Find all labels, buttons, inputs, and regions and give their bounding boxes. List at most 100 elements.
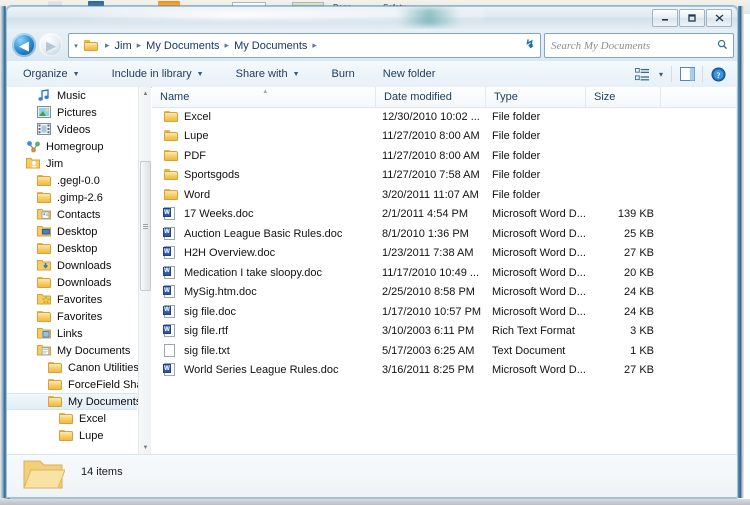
sidebar-item-gegl-0-0[interactable]: .gegl-0.0: [7, 172, 137, 189]
breadcrumb-item-my-documents-1[interactable]: My Documents: [146, 40, 219, 52]
table-row[interactable]: W H2H Overview.doc 1/23/2011 7:38 AM Micros…: [152, 244, 737, 264]
nav-scrollbar[interactable]: ▲ ▼: [138, 87, 151, 454]
desktop-icon: [37, 225, 53, 239]
file-size-cell: 27 KB: [624, 247, 654, 260]
pictures-icon: [37, 105, 53, 120]
views-dropdown-icon[interactable]: ▾: [654, 63, 668, 85]
sidebar-item-homegroup[interactable]: Homegroup: [7, 138, 137, 155]
sidebar-item-videos[interactable]: Videos: [7, 121, 137, 138]
file-size-cell: 24 KB: [624, 305, 654, 318]
sidebar-item-jim[interactable]: Jim: [7, 155, 137, 172]
sidebar-item-label: Jim: [46, 157, 64, 170]
sidebar-item-links[interactable]: Links: [7, 325, 137, 342]
close-button[interactable]: [706, 9, 732, 27]
sidebar-item-music[interactable]: Music: [7, 87, 137, 104]
table-row[interactable]: W Medication I take sloopy.doc 11/17/2010 …: [152, 263, 737, 283]
include-in-library-button[interactable]: Include in library ▼: [103, 61, 213, 87]
column-header-size[interactable]: Size: [586, 87, 661, 107]
address-bar[interactable]: ▾ ▸ Jim ▸ My Documents ▸ My Documents ▸ …: [68, 33, 541, 58]
sidebar-item-desktop[interactable]: Desktop: [7, 223, 137, 240]
table-row[interactable]: Word 3/20/2011 11:07 AM File folder: [152, 185, 737, 205]
table-row[interactable]: sig file.txt 5/17/2003 6:25 AM Text Docume…: [152, 341, 737, 361]
sidebar-item-downloads[interactable]: Downloads: [7, 257, 137, 274]
file-type-cell: File folder: [492, 110, 541, 123]
column-header-type[interactable]: Type: [486, 87, 586, 107]
sidebar-item-pictures[interactable]: Pictures: [7, 104, 137, 121]
list-right-gutter: [736, 87, 737, 454]
folder-icon: [164, 149, 180, 163]
folder-icon: [48, 378, 64, 392]
nav-scroll-up-button[interactable]: ▲: [139, 87, 151, 100]
breadcrumb-item-jim[interactable]: Jim: [115, 40, 132, 52]
preview-pane-icon[interactable]: [675, 63, 699, 85]
table-row[interactable]: W World Series League Rules.doc 3/16/2011 …: [152, 361, 737, 381]
sidebar-item-downloads[interactable]: Downloads: [7, 274, 137, 291]
table-row[interactable]: Wsig file.doc 1/17/2010 10:57 PM Microsoft…: [152, 302, 737, 322]
address-history-caret-icon[interactable]: ▾: [69, 42, 83, 50]
folder-icon: [48, 395, 64, 409]
table-row[interactable]: W Auction League Basic Rules.doc 8/1/2010 …: [152, 224, 737, 244]
sidebar-item-label: .gimp-2.6: [57, 191, 103, 204]
sidebar-item-my-documents[interactable]: My Documents: [7, 342, 137, 359]
favorites-icon: [37, 293, 53, 307]
views-icon[interactable]: [630, 63, 654, 85]
organize-button[interactable]: Organize ▼: [14, 61, 89, 87]
file-name-label: Sportsgods: [184, 169, 240, 182]
sidebar-item-label: Desktop: [57, 225, 98, 238]
search-box[interactable]: Search My Documents: [544, 33, 734, 58]
sidebar-item-desktop[interactable]: Desktop: [7, 240, 137, 257]
sidebar-item-excel[interactable]: Excel: [7, 410, 137, 427]
sidebar-item-contacts[interactable]: Contacts: [7, 206, 137, 223]
nav-scrollbar-thumb[interactable]: [140, 161, 151, 291]
nav-scroll-down-button[interactable]: ▼: [139, 441, 151, 454]
file-name-label: 17 Weeks.doc: [184, 208, 254, 221]
file-list-pane[interactable]: Name ▴ Date modified Type Size Excel 12/30/20…: [152, 87, 737, 454]
help-icon[interactable]: ?: [706, 63, 730, 85]
table-row[interactable]: Sportsgods 11/27/2010 7:58 AM File folder: [152, 166, 737, 186]
breadcrumb-sep-2[interactable]: ▸: [225, 40, 230, 51]
word-doc-icon: W: [163, 246, 180, 260]
share-with-button[interactable]: Share with ▼: [227, 61, 309, 87]
table-row[interactable]: W 17 Weeks.doc 2/1/2011 4:54 PM Microsoft W…: [152, 205, 737, 225]
sidebar-item-gimp-2-6[interactable]: .gimp-2.6: [7, 189, 137, 206]
file-type-cell: Rich Text Format: [492, 325, 575, 338]
column-header-label: Type: [494, 91, 518, 103]
maximize-button[interactable]: [679, 9, 705, 27]
new-folder-label: New folder: [382, 68, 436, 80]
breadcrumb-sep-1[interactable]: ▸: [137, 40, 142, 51]
documents-icon: [37, 344, 53, 358]
column-header-name[interactable]: Name ▴: [152, 87, 376, 107]
minimize-button[interactable]: [652, 9, 678, 27]
sidebar-item-canon-utilities[interactable]: Canon Utilities: [7, 359, 139, 376]
sidebar-item-my-documents[interactable]: My Documents: [7, 393, 141, 410]
table-row[interactable]: Excel 12/30/2010 10:02 ... File folder: [152, 107, 737, 127]
search-input[interactable]: Search My Documents: [545, 40, 711, 52]
new-folder-button[interactable]: New folder: [374, 61, 445, 87]
back-button[interactable]: ◀: [12, 33, 36, 57]
word-doc-icon: W: [163, 324, 180, 338]
sidebar-item-label: Canon Utilities: [68, 361, 139, 374]
sidebar-item-forcefield-shared[interactable]: ForceField Shared: [7, 376, 151, 393]
burn-button[interactable]: Burn: [323, 61, 364, 87]
table-row[interactable]: Wsig file.rtf 3/10/2003 6:11 PM Rich Text …: [152, 322, 737, 342]
breadcrumb-sep-3[interactable]: ▸: [312, 40, 317, 51]
date-modified-cell: 1/23/2011 7:38 AM: [382, 247, 474, 260]
column-header-label: Name: [160, 91, 190, 103]
table-row[interactable]: W MySig.htm.doc 2/25/2010 8:58 PM Microsoft…: [152, 283, 737, 303]
date-modified-cell: 2/25/2010 8:58 PM: [382, 286, 475, 299]
sidebar-item-favorites[interactable]: Favorites: [7, 308, 137, 325]
column-header-date-modified[interactable]: Date modified: [376, 87, 486, 107]
breadcrumb-item-my-documents-2[interactable]: My Documents: [234, 40, 307, 52]
sidebar-item-favorites[interactable]: Favorites: [7, 291, 137, 308]
chevron-down-icon: ▼: [292, 70, 300, 78]
table-row[interactable]: Lupe 11/27/2010 8:00 AM File folder: [152, 127, 737, 147]
file-name-label: Medication I take sloopy.doc: [184, 266, 322, 279]
svg-text:?: ?: [716, 69, 720, 79]
date-modified-cell: 2/1/2011 4:54 PM: [382, 208, 469, 221]
table-row[interactable]: PDF 11/27/2010 8:00 AM File folder: [152, 146, 737, 166]
forward-button[interactable]: ▶: [39, 33, 63, 57]
refresh-icon[interactable]: ↯: [520, 37, 540, 51]
contacts-icon: [37, 208, 53, 222]
navigation-pane[interactable]: Music Pictures Videos Homegroup Jim .gegl-0.0…: [7, 87, 151, 454]
sidebar-item-lupe[interactable]: Lupe: [7, 427, 137, 444]
